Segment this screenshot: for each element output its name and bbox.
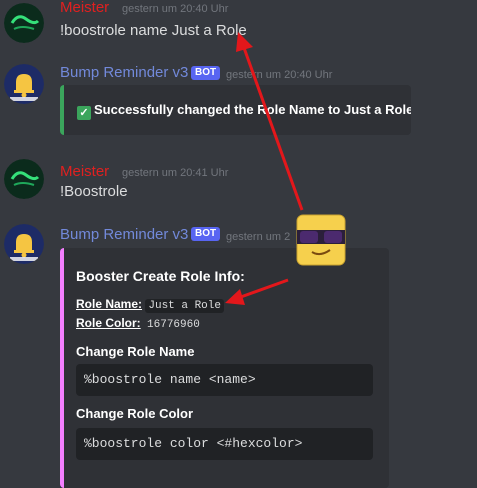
timestamp: gestern um 20:41 Uhr (122, 167, 229, 179)
change-name-command[interactable]: %boostrole name <name> (76, 364, 373, 396)
change-name-heading: Change Role Name (76, 344, 195, 359)
role-color-field: Role Color: 16776960 (76, 316, 203, 331)
role-name-label: Role Name: (76, 297, 143, 311)
message-bot-2: Bump Reminder v3 BOT gestern um 2 Booste… (0, 220, 477, 488)
role-name-value: Just a Role (145, 299, 224, 313)
embed-color-bar (60, 85, 64, 135)
role-color-label: Role Color: (76, 316, 141, 330)
role-color-value: 16776960 (147, 319, 200, 331)
change-color-heading: Change Role Color (76, 406, 194, 421)
avatar-meister[interactable] (4, 159, 44, 199)
timestamp: gestern um 20:40 Uhr (226, 69, 333, 81)
change-color-command[interactable]: %boostrole color <#hexcolor> (76, 428, 373, 460)
avatar-bump-reminder[interactable] (4, 224, 44, 264)
embed-color-bar (60, 248, 64, 488)
message-bot-1: Bump Reminder v3 BOT gestern um 20:40 Uh… (0, 60, 477, 145)
avatar-bump-reminder[interactable] (4, 64, 44, 104)
message-meister-1: Meister gestern um 20:40 Uhr !boostrole … (0, 0, 477, 50)
author-name[interactable]: Bump Reminder v3 (60, 64, 188, 82)
author-name[interactable]: Meister (60, 0, 109, 17)
timestamp: gestern um 2 (226, 231, 291, 243)
checkmark-icon: ✓ (77, 106, 91, 120)
message-content: !Boostrole (60, 183, 128, 200)
timestamp: gestern um 20:40 Uhr (122, 3, 229, 15)
message-meister-2: Meister gestern um 20:41 Uhr !Boostrole (0, 155, 477, 205)
success-embed: ✓ Successfully changed the Role Name to J… (60, 85, 411, 135)
booster-info-embed: Booster Create Role Info: Role Name: Jus… (60, 248, 389, 488)
author-name[interactable]: Meister (60, 163, 109, 181)
role-name-field: Role Name: Just a Role (76, 297, 224, 313)
message-content: !boostrole name Just a Role (60, 22, 247, 39)
author-name[interactable]: Bump Reminder v3 (60, 226, 188, 244)
embed-description: ✓ Successfully changed the Role Name to J… (77, 102, 411, 120)
embed-title: Booster Create Role Info: (76, 268, 245, 284)
bot-badge: BOT (191, 66, 221, 80)
bot-badge: BOT (191, 227, 221, 241)
avatar-meister[interactable] (4, 3, 44, 43)
